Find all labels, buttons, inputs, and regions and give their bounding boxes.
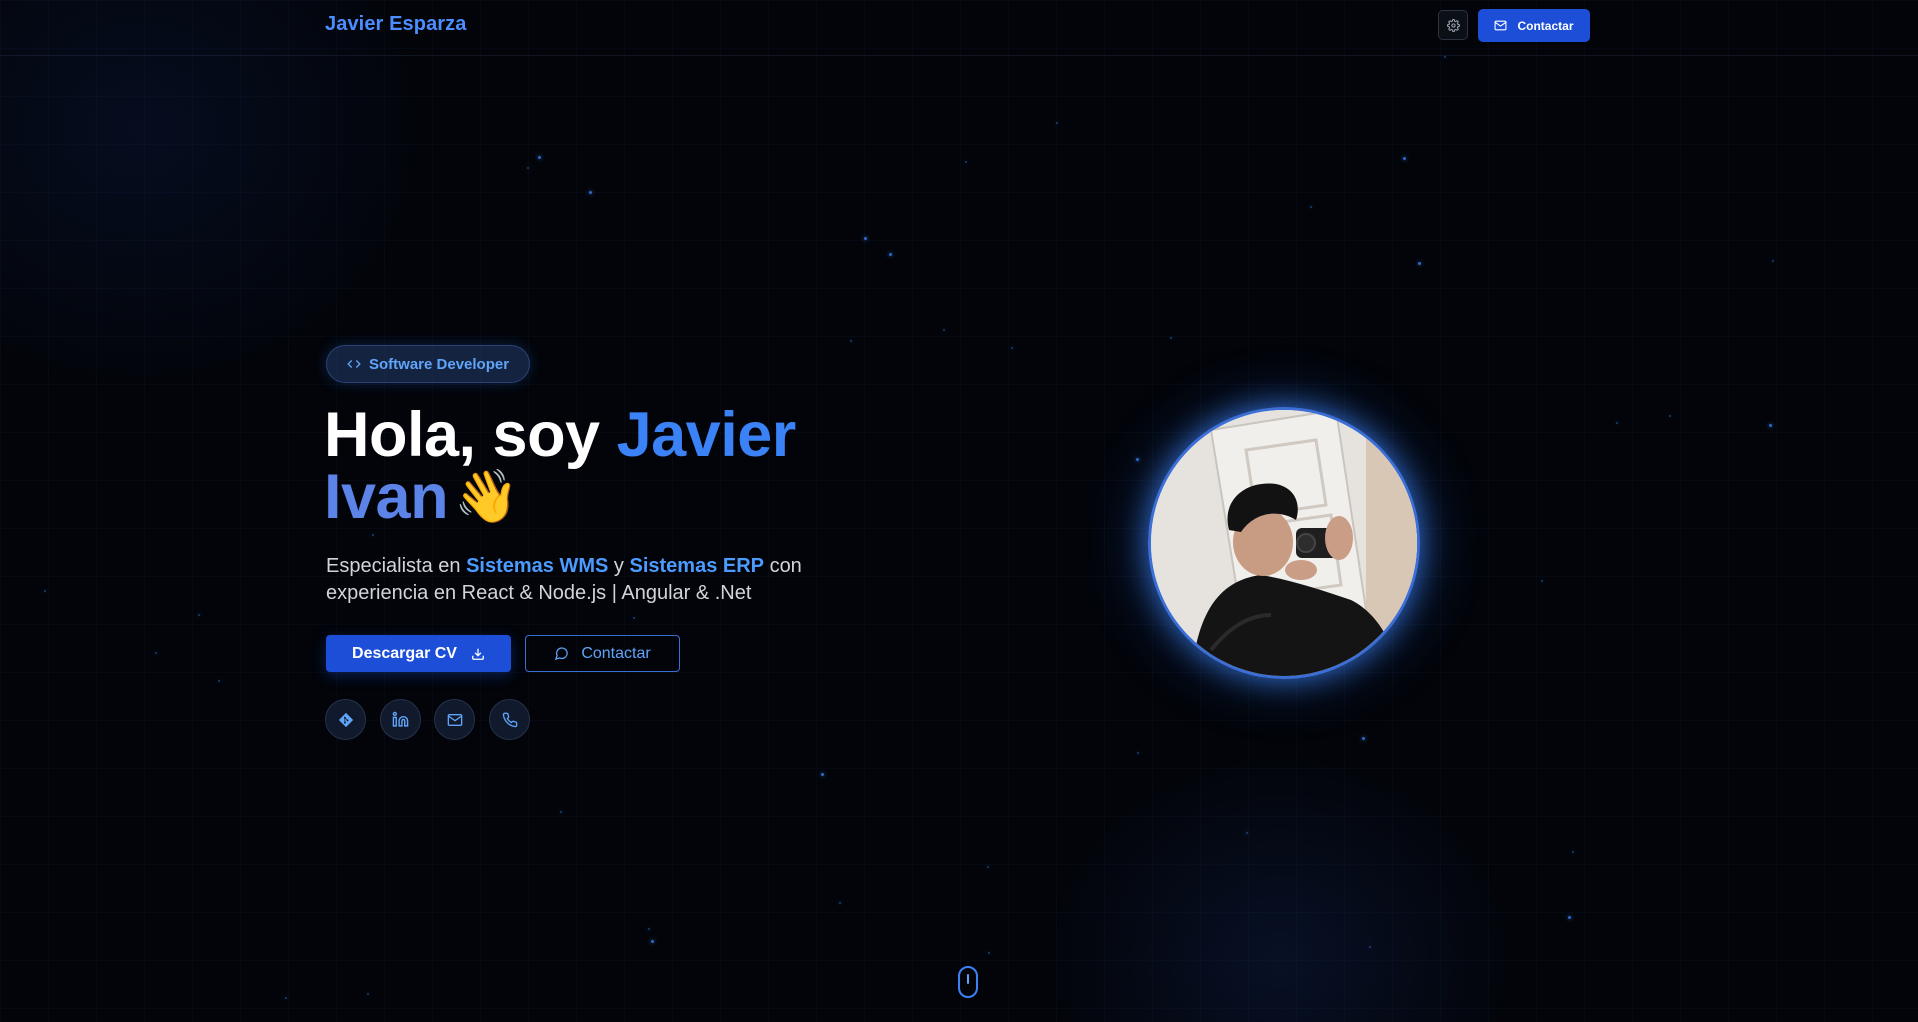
wave-emoji-icon: 👋 bbox=[454, 468, 519, 526]
linkedin-icon bbox=[392, 711, 409, 727]
subtitle-highlight-wms: Sistemas WMS bbox=[466, 555, 609, 577]
download-icon bbox=[472, 648, 484, 660]
code-icon bbox=[347, 360, 361, 368]
role-badge-label: Software Developer bbox=[369, 355, 510, 373]
title-first-name: Javier bbox=[616, 400, 797, 470]
profile-avatar bbox=[1148, 407, 1420, 679]
download-cv-label: Descargar CV bbox=[352, 644, 457, 662]
subtitle-text-2: y bbox=[613, 555, 624, 577]
hero-title: Hola, soy Javier Ivan 👋 bbox=[324, 404, 796, 532]
brand-logo[interactable]: Javier Esparza bbox=[325, 13, 467, 36]
phone-link[interactable] bbox=[489, 699, 530, 740]
linkedin-link[interactable] bbox=[380, 699, 421, 740]
phone-icon bbox=[502, 712, 517, 727]
page: Javier Esparza Contactar Software Develo… bbox=[0, 0, 1918, 1022]
contact-hero-button[interactable]: Contactar bbox=[525, 635, 680, 672]
background-grid bbox=[0, 0, 1918, 1022]
gear-icon bbox=[1446, 18, 1460, 32]
subtitle-highlight-erp: Sistemas ERP bbox=[629, 555, 764, 577]
hero-subtitle: Especialista en Sistemas WMS y Sistemas … bbox=[326, 553, 886, 607]
mail-icon bbox=[447, 713, 462, 726]
chat-bubble-icon bbox=[555, 647, 569, 661]
download-cv-button[interactable]: Descargar CV bbox=[326, 635, 511, 672]
profile-photo bbox=[1151, 410, 1417, 676]
mail-icon bbox=[1495, 20, 1507, 31]
title-prefix: Hola, soy bbox=[324, 400, 600, 470]
git-icon bbox=[338, 712, 353, 727]
scroll-down-indicator[interactable] bbox=[958, 966, 978, 998]
role-badge: Software Developer bbox=[326, 345, 531, 383]
email-link[interactable] bbox=[434, 699, 475, 740]
top-navbar: Javier Esparza Contactar bbox=[0, 0, 1918, 56]
subtitle-text-1: Especialista en bbox=[326, 555, 461, 577]
contact-header-button[interactable]: Contactar bbox=[1478, 9, 1590, 42]
contact-hero-label: Contactar bbox=[581, 644, 651, 662]
settings-button[interactable] bbox=[1438, 10, 1468, 40]
contact-header-label: Contactar bbox=[1517, 18, 1574, 33]
title-second-name: Ivan bbox=[324, 462, 449, 532]
git-link[interactable] bbox=[325, 699, 366, 740]
